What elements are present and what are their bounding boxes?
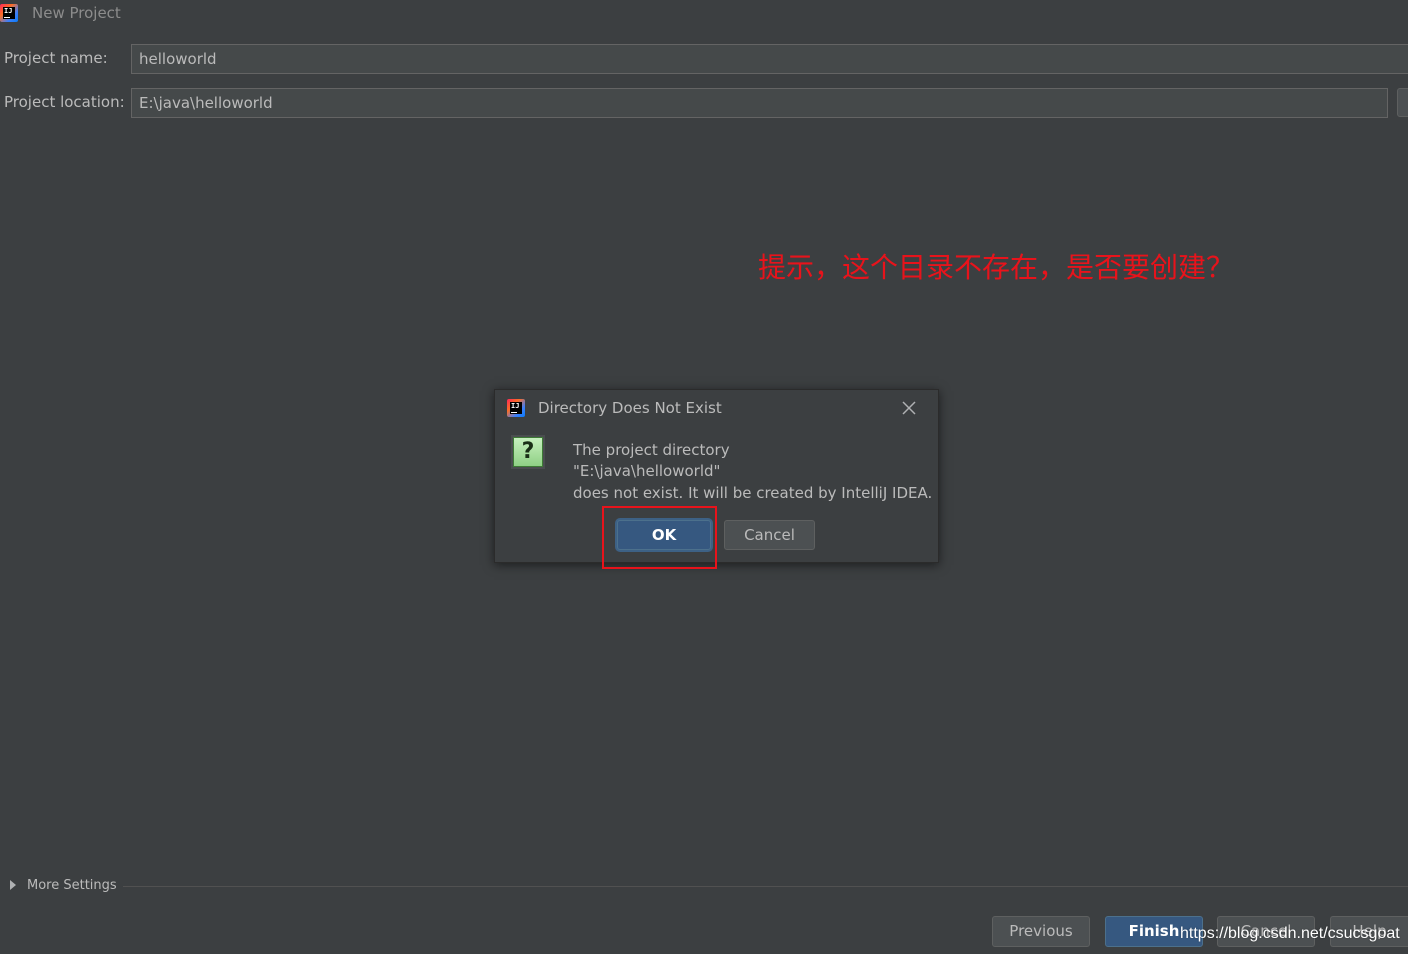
watermark: https://blog.csdn.net/csucsgoat: [1180, 925, 1400, 942]
previous-button[interactable]: Previous: [992, 916, 1090, 947]
project-location-label: Project location:: [4, 93, 125, 111]
question-glyph: ?: [513, 437, 543, 467]
annotation-text: 提示，这个目录不存在，是否要创建？: [758, 251, 1235, 284]
expand-arrow-icon: [10, 880, 16, 890]
separator: [123, 886, 1408, 887]
question-icon: ?: [511, 435, 545, 469]
window-title: New Project: [32, 4, 121, 22]
close-icon[interactable]: [899, 398, 919, 418]
dialog-message-line2: "E:\java\helloworld": [573, 462, 721, 480]
dialog-message-line3: does not exist. It will be created by In…: [573, 484, 933, 502]
more-settings-label: More Settings: [27, 878, 117, 893]
intellij-idea-icon: IJ: [0, 4, 18, 22]
title-bar: IJ New Project: [0, 0, 1408, 27]
browse-button[interactable]: [1397, 88, 1408, 117]
more-settings-toggle[interactable]: More Settings: [10, 878, 117, 893]
intellij-idea-icon: IJ: [507, 399, 525, 417]
project-location-input[interactable]: [131, 88, 1388, 118]
project-name-label: Project name:: [4, 49, 108, 67]
ok-highlight-box: [602, 506, 717, 569]
dialog-message-line1: The project directory: [573, 441, 730, 459]
dialog-cancel-button[interactable]: Cancel: [724, 520, 815, 550]
dialog-title: Directory Does Not Exist: [538, 399, 722, 417]
project-name-input[interactable]: [131, 44, 1408, 74]
